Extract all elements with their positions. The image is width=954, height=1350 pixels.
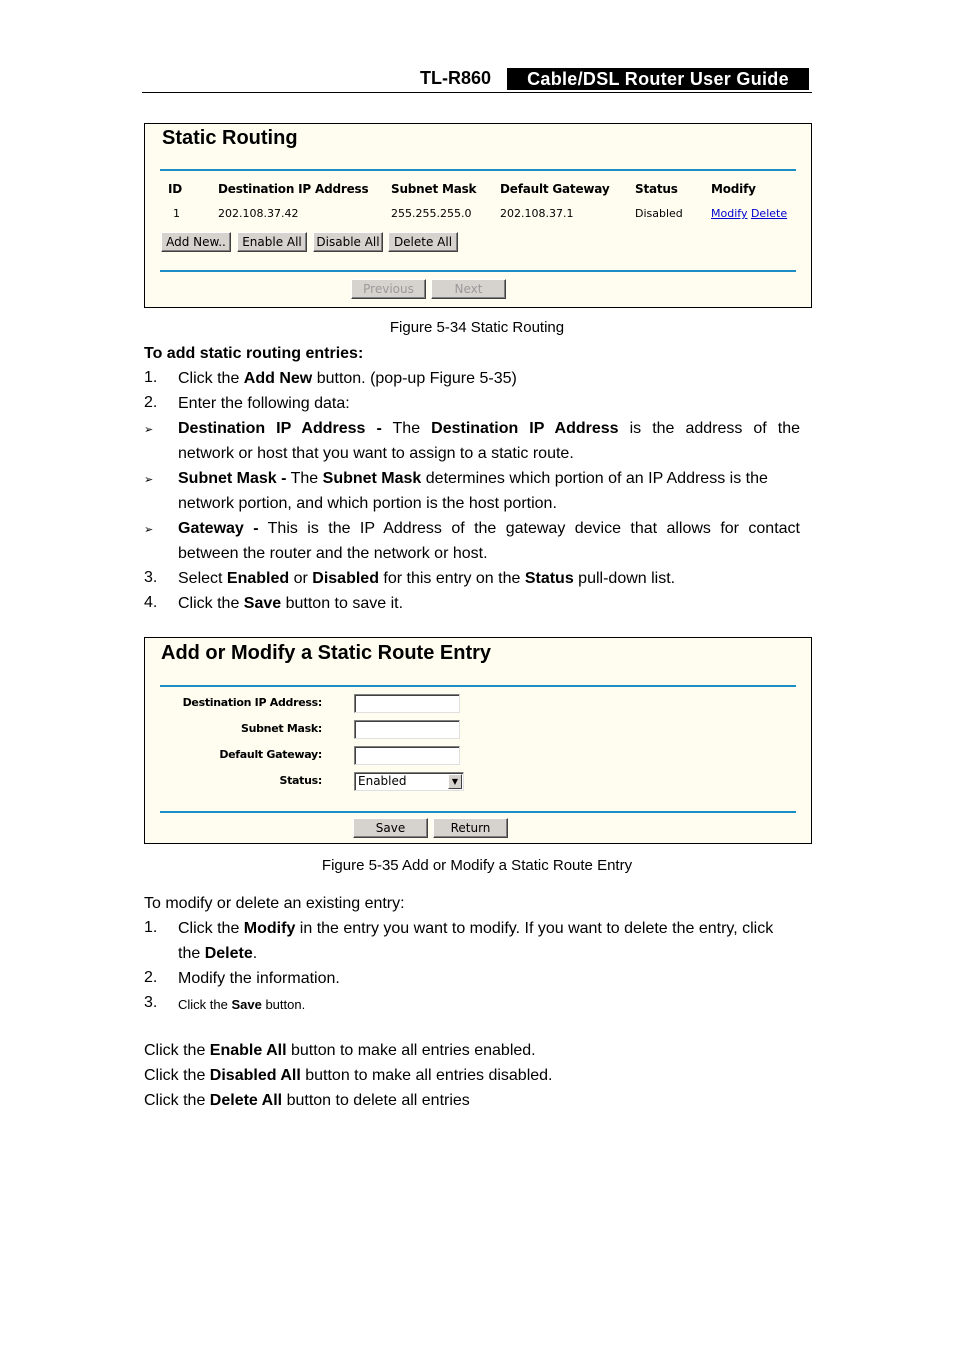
figure-5-35-caption: Figure 5-35 Add or Modify a Static Route… [321,857,633,874]
subnet-mask-input[interactable] [354,720,460,739]
step-number: 3. [144,569,158,586]
bullet-destination-line1: Destination IP Address - The Destination… [178,420,801,437]
return-button[interactable]: Return [433,818,508,838]
previous-button[interactable]: Previous [351,279,426,299]
bullet-arrow-icon: ➢ [144,474,154,486]
static-routing-panel: Static Routing ID Destination IP Address… [144,123,812,308]
bullet-gateway-line2: between the router and the network or ho… [178,545,488,562]
step-number: 3. [144,994,158,1011]
cell-destination: 202.108.37.42 [218,207,299,220]
modify-step-1-line1: Click the Modify in the entry you want t… [178,920,774,937]
save-button[interactable]: Save [353,818,428,838]
modify-link[interactable]: Modify [711,207,747,220]
destination-ip-label: Destination IP Address: [182,696,323,709]
title-divider [160,169,796,171]
column-header-id: ID [168,182,183,196]
bottom-divider [160,270,796,272]
cell-subnet-mask: 255.255.255.0 [391,207,472,220]
next-button[interactable]: Next [431,279,506,299]
modify-step-1-line2: the Delete. [178,945,258,962]
disable-all-note: Click the Disabled All button to make al… [144,1067,553,1084]
destination-ip-input[interactable] [354,694,460,713]
default-gateway-input[interactable] [354,746,460,765]
column-header-status: Status [635,182,678,196]
bullet-destination-line2: network or host that you want to assign … [178,445,574,462]
bullet-subnet-line1: Subnet Mask - The Subnet Mask determines… [178,470,768,487]
column-header-subnet-mask: Subnet Mask [391,182,477,196]
default-gateway-label: Default Gateway: [219,748,322,761]
status-label: Status: [279,774,322,787]
bullet-subnet-line2: network portion, and which portion is th… [178,495,557,512]
column-header-destination: Destination IP Address [218,182,369,196]
add-step-3: Select Enabled or Disabled for this entr… [178,570,676,587]
bullet-gateway-line1: Gateway - This is the IP Address of the … [178,520,800,537]
add-step-2: Enter the following data: [178,395,350,412]
modify-section-intro: To modify or delete an existing entry: [144,895,405,912]
panel-title: Add or Modify a Static Route Entry [161,642,492,664]
status-selected-value: Enabled [358,774,407,788]
subnet-mask-label: Subnet Mask: [240,722,322,735]
enable-all-note: Click the Enable All button to make all … [144,1042,536,1059]
status-select[interactable]: Enabled ▼ [354,772,464,791]
step-number: 2. [144,394,158,411]
panel-title: Static Routing [162,127,298,149]
step-number: 2. [144,969,158,986]
header-guide-title: Cable/DSL Router User Guide [507,68,809,90]
delete-all-button[interactable]: Delete All [388,232,458,252]
bullet-arrow-icon: ➢ [144,524,154,536]
add-section-heading: To add static routing entries: [144,345,364,362]
step-number: 1. [144,919,158,936]
step-number: 1. [144,369,158,386]
column-header-gateway: Default Gateway [500,182,610,196]
delete-all-note: Click the Delete All button to delete al… [144,1092,470,1109]
title-divider [160,685,796,687]
dropdown-arrow-icon[interactable]: ▼ [448,774,462,789]
header-rule [142,92,812,93]
add-step-1: Click the Add New button. (pop-up Figure… [178,370,517,387]
header-model: TL-R860 [420,68,492,88]
cell-modify: Modify Delete [711,207,787,220]
enable-all-button[interactable]: Enable All [237,232,307,252]
delete-link[interactable]: Delete [751,207,787,220]
add-new-button[interactable]: Add New.. [161,232,231,252]
cell-id: 1 [173,207,180,220]
bullet-arrow-icon: ➢ [144,424,154,436]
modify-step-2: Modify the information. [178,970,340,987]
step-number: 4. [144,594,158,611]
disable-all-button[interactable]: Disable All [313,232,383,252]
add-modify-route-panel: Add or Modify a Static Route Entry Desti… [144,637,812,844]
bottom-divider [160,811,796,813]
cell-gateway: 202.108.37.1 [500,207,574,220]
modify-step-3: Click the Save button. [178,997,306,1012]
column-header-modify: Modify [711,182,756,196]
cell-status: Disabled [635,207,683,220]
add-step-4: Click the Save button to save it. [178,595,404,612]
figure-5-34-caption: Figure 5-34 Static Routing [389,319,565,336]
